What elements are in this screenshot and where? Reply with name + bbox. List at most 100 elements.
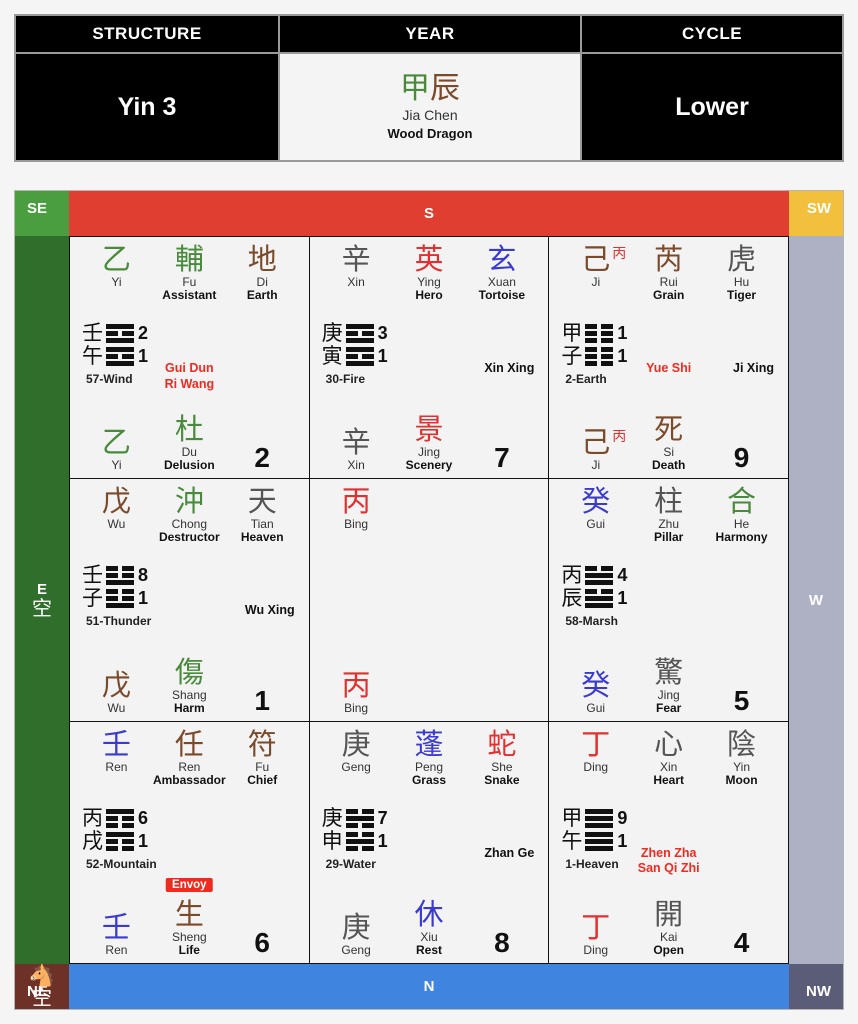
- palace-se[interactable]: 乙 Yi 輔 Fu Assistant 地 Di Earth 壬 2 午 1 57-Wind Gui Du…: [70, 237, 309, 479]
- glyph-xuan: 玄: [487, 242, 517, 276]
- hexagram-row-bottom: 寅1: [322, 346, 390, 367]
- year-pinyin: Jia Chen: [402, 107, 458, 124]
- trigram-line-0-broken: [585, 566, 613, 571]
- direction-label-n: N: [423, 978, 435, 995]
- superscript-glyph: 丙: [612, 429, 627, 446]
- glyph-peng: 蓬: [414, 726, 444, 761]
- romanization: Xin: [347, 458, 365, 473]
- header-label-row: STRUCTURE YEAR CYCLE: [16, 16, 842, 52]
- palace-nw-top-row: 丁 Ding 心 Xin Heart 陰 Yin Moon: [559, 726, 778, 802]
- romanization: Gui: [586, 700, 606, 715]
- palace-se-top-cell-0: 乙 Yi: [80, 245, 153, 289]
- palace-center-middle-row: [320, 559, 539, 644]
- palace-number-small-bottom: 1: [138, 830, 149, 851]
- palace-n-top-cell-2: 蛇 She Snake: [465, 726, 538, 787]
- palace-s[interactable]: 辛 Xin 英 Ying Hero 玄 Xuan Tortoise 庚 3 寅 1 30-Fire Xin…: [309, 237, 549, 479]
- hexagram-row-top: 甲9: [561, 807, 629, 829]
- palace-number-ne: 6: [254, 926, 270, 958]
- trigram-line-2-solid: [585, 603, 613, 608]
- meaning-label: Heart: [653, 772, 684, 787]
- glyph-zhu: 柱: [654, 484, 684, 519]
- palace-n-bottom-slot-0: 庚 Geng: [320, 913, 393, 957]
- structure-label: STRUCTURE: [92, 24, 202, 43]
- year-branch-char: 辰: [430, 71, 460, 105]
- romanization: Ying: [417, 275, 441, 289]
- palace-center[interactable]: 丙 Bing 丙 Bing: [309, 479, 549, 721]
- palace-se-bottom-cell-1: 杜 Du Delusion: [153, 415, 226, 472]
- palace-e[interactable]: 戊 Wu 沖 Chong Destructor 天 Tian Heaven 壬 8 子 1 51-Thu…: [70, 479, 309, 721]
- romanization: Rui: [659, 275, 678, 289]
- palace-se-bottom-row: 乙 Yi 杜 Du Delusion 2: [80, 402, 299, 472]
- meaning-label: Fear: [655, 700, 682, 715]
- trigram-bottom-se: [106, 347, 134, 366]
- glyph-xin: 心: [654, 726, 684, 761]
- trigram-top-e: [106, 566, 134, 585]
- hexagram-row-bottom: 申1: [322, 830, 390, 852]
- romanization: Wu: [107, 517, 126, 532]
- hexagram-name: 57-Wind: [86, 372, 133, 386]
- romanization: Xin: [659, 759, 678, 774]
- palace-ne-bottom-slot-1: Envoy 生 Sheng Life: [153, 878, 226, 957]
- palace-grid: 乙 Yi 輔 Fu Assistant 地 Di Earth 壬 2 午 1 57-Wind Gui Du…: [69, 236, 789, 964]
- hexagram-block-ne: 丙 6 戌 1 52-Mountain: [82, 807, 157, 871]
- palace-sw-bottom-cell-0: 己丙 Ji: [559, 428, 632, 472]
- direction-band-se: SE: [15, 191, 69, 236]
- palace-e-bottom-cell-1: 傷 Shang Harm: [153, 657, 226, 715]
- palace-s-bottom-cell-1: 景 Jing Scenery: [393, 415, 466, 472]
- glyph-xin: 辛: [341, 242, 371, 276]
- palace-center-bottom-row: 丙 Bing: [320, 645, 539, 715]
- meaning-label: Grass: [411, 772, 446, 787]
- hexagram-row-top: 壬2: [82, 323, 150, 344]
- glyph-ying: 英: [414, 242, 444, 276]
- direction-band-e: E 空: [15, 236, 69, 964]
- annotation-line: Xin Xing: [484, 361, 535, 375]
- direction-band-ne: NE 🐴 空: [15, 964, 69, 1009]
- trigram-line-1-solid: [585, 573, 613, 578]
- palace-w[interactable]: 癸 Gui 柱 Zhu Pillar 合 He Harmony 丙 4 辰 1 58-Marsh 癸 Gui…: [549, 479, 788, 721]
- trigram-line-2-broken: [106, 823, 134, 828]
- palace-nw[interactable]: 丁 Ding 心 Xin Heart 陰 Yin Moon 甲 9 午 1 1-Heaven Zhen Z…: [549, 721, 788, 963]
- stem-branch-char-top: 壬: [82, 321, 103, 345]
- direction-label-s: S: [423, 205, 434, 222]
- trigram-line-2-broken: [106, 846, 134, 851]
- hexagram-row-top: 庚3: [322, 323, 390, 344]
- trigram-line-0-solid: [585, 832, 613, 837]
- palace-w-bottom-slot-0: 癸 Gui: [559, 670, 632, 715]
- palace-se-top-cell-1: 輔 Fu Assistant: [153, 245, 226, 302]
- annotation-right-sw: Ji Xing: [733, 361, 774, 377]
- romanization: Fu: [255, 759, 270, 774]
- palace-number-small-bottom: 1: [617, 830, 628, 851]
- romanization: Bing: [344, 517, 369, 532]
- palace-ne[interactable]: 壬 Ren 任 Ren Ambassador 符 Fu Chief 丙 6 戌 1 52-Mountai…: [70, 721, 309, 963]
- stem-branch-char-bottom: 辰: [561, 586, 583, 611]
- annotation-center-se: Gui Dun Ri Wang: [165, 361, 215, 392]
- trigram-line-2-solid: [106, 361, 134, 366]
- palace-center-top-row: 丙 Bing: [320, 487, 539, 559]
- meaning-label: Harm: [173, 700, 205, 715]
- palace-s-top-row: 辛 Xin 英 Ying Hero 玄 Xuan Tortoise: [320, 245, 539, 317]
- palace-e-top-row: 戊 Wu 沖 Chong Destructor 天 Tian Heaven: [80, 487, 299, 559]
- trigram-line-1-broken: [106, 573, 134, 578]
- direction-band-s: S: [69, 191, 789, 236]
- year-value-cell: 甲辰 Jia Chen Wood Dragon: [280, 54, 580, 160]
- meaning-label: Delusion: [163, 458, 215, 473]
- annotation-center-nw: Zhen Zha San Qi Zhi: [638, 846, 700, 877]
- palace-s-top-cell-2: 玄 Xuan Tortoise: [465, 245, 538, 302]
- trigram-line-0-solid: [106, 324, 134, 329]
- glyph-she: 蛇: [487, 726, 517, 761]
- palace-sw[interactable]: 己丙 Ji 芮 Rui Grain 虎 Hu Tiger 甲 1 子 1 2-Earth Yue Shi J…: [549, 237, 788, 479]
- glyph-ding: 丁: [581, 726, 611, 761]
- trigram-bottom-n: [346, 832, 374, 851]
- meaning-label: Open: [653, 943, 684, 958]
- trigram-bottom-nw: [585, 832, 613, 851]
- palace-n-bottom-cell-0: 庚 Geng: [320, 913, 393, 957]
- palace-number-small-top: 4: [617, 565, 628, 586]
- glyph-hu: 虎: [727, 242, 757, 276]
- glyph-ding: 丁: [581, 910, 611, 945]
- palace-w-bottom-cell-0: 癸 Gui: [559, 670, 632, 715]
- palace-n[interactable]: 庚 Geng 蓬 Peng Grass 蛇 She Snake 庚 7 申 1 29-Water Zhan…: [309, 721, 549, 963]
- glyph-chong: 沖: [174, 484, 204, 519]
- hexagram-block-nw: 甲 9 午 1 1-Heaven: [561, 807, 629, 871]
- direction-label-sw: SW: [806, 200, 831, 217]
- glyph-si: 死: [654, 412, 684, 447]
